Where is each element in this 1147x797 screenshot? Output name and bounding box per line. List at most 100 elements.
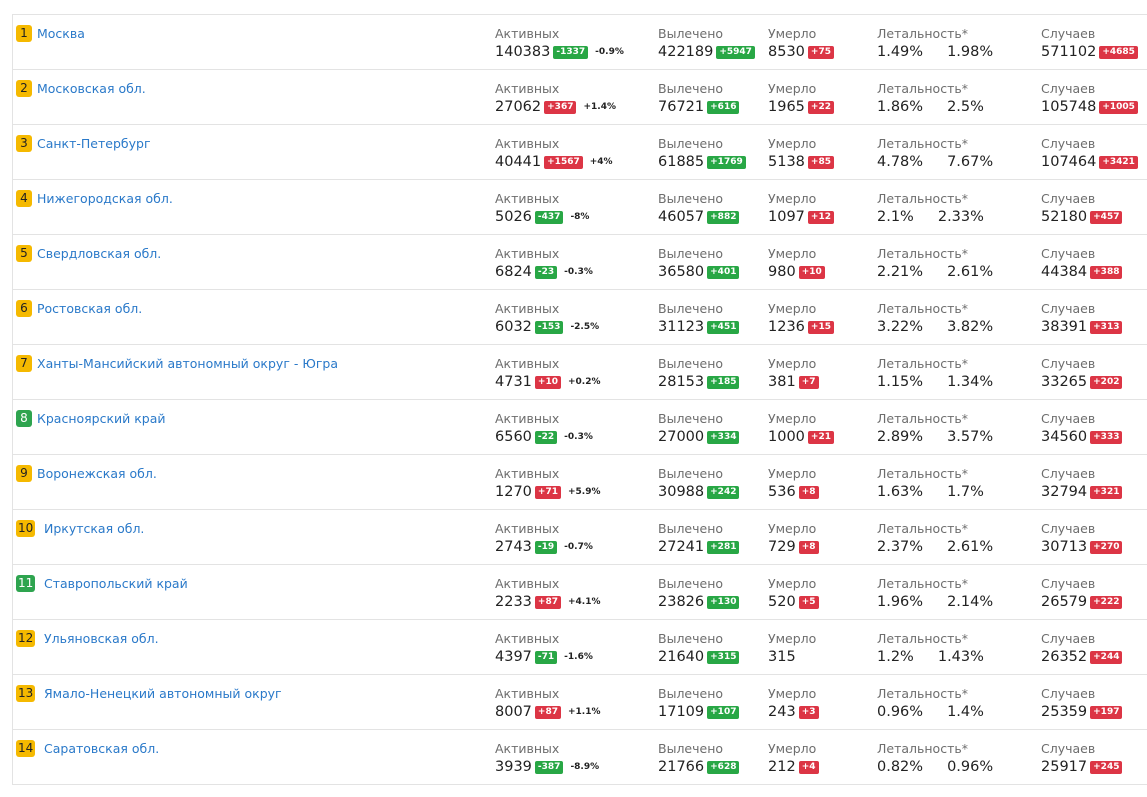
died-delta-badge: +5 (798, 595, 819, 609)
died-value: 1236 (768, 319, 805, 335)
cases-value: 34560 (1041, 429, 1088, 445)
lethality-cell: Летальность* 2.21% 2.61% (877, 246, 993, 282)
active-delta-badge: -71 (534, 650, 558, 664)
recovered-delta-badge: +107 (707, 705, 740, 719)
died-delta-badge: +10 (798, 265, 825, 279)
table-row: 5 Свердловская обл. Активных 6824 -23 -0.3… (13, 235, 1147, 290)
lethality-value-1: 3.22% (877, 319, 924, 335)
active-cell: Активных 6560 -22 -0.3% (495, 411, 593, 447)
recovered-delta-badge: +5947 (716, 45, 755, 59)
cases-value: 571102 (1041, 44, 1097, 60)
recovered-delta-badge: +130 (707, 595, 740, 609)
cases-value: 107464 (1041, 154, 1097, 170)
lethality-cell: Летальность* 1.49% 1.98% (877, 26, 993, 62)
died-delta-badge: +7 (798, 375, 819, 389)
table-row: 8 Красноярский край Активных 6560 -22 -0.3… (13, 400, 1147, 455)
lethality-value-2: 7.67% (947, 154, 994, 170)
active-value: 2743 (495, 539, 532, 555)
died-label: Умерло (768, 741, 817, 756)
cases-delta-badge: +270 (1090, 540, 1123, 554)
lethality-value-1: 1.63% (877, 484, 924, 500)
died-value: 8530 (768, 44, 805, 60)
region-link[interactable]: Саратовская обл. (44, 740, 159, 757)
active-cell: Активных 2233 +87 +4.1% (495, 576, 601, 612)
cases-cell: Случаев 571102 +4685 (1041, 26, 1138, 62)
active-label: Активных (495, 356, 560, 371)
lethality-value-2: 1.4% (947, 704, 984, 720)
cases-delta-badge: +202 (1090, 375, 1123, 389)
cases-cell: Случаев 105748 +1005 (1041, 81, 1138, 117)
died-delta-badge: +8 (798, 540, 819, 554)
recovered-delta-badge: +401 (707, 265, 740, 279)
rank-badge: 14 (16, 740, 36, 757)
region-link[interactable]: Воронежская обл. (37, 465, 157, 482)
lethality-value-2: 2.61% (947, 539, 994, 555)
active-cell: Активных 4397 -71 -1.6% (495, 631, 593, 667)
died-cell: Умерло 536 +8 (768, 466, 819, 502)
recovered-delta-badge: +185 (707, 375, 740, 389)
recovered-label: Вылечено (658, 466, 724, 481)
regions-table: 1 Москва Активных 140383 -1337 -0.9% Вылеч… (12, 14, 1147, 785)
recovered-value: 61885 (658, 154, 705, 170)
cases-cell: Случаев 33265 +202 (1041, 356, 1123, 392)
region-link[interactable]: Ханты-Мансийский автономный округ - Югра (37, 355, 338, 372)
lethality-cell: Летальность* 2.89% 3.57% (877, 411, 993, 447)
died-value: 520 (768, 594, 796, 610)
active-label: Активных (495, 301, 560, 316)
lethality-value-1: 1.49% (877, 44, 924, 60)
active-cell: Активных 5026 -437 -8% (495, 191, 589, 227)
region-link[interactable]: Ульяновская обл. (44, 630, 159, 647)
recovered-cell: Вылечено 76721 +616 (658, 81, 740, 117)
lethality-value-1: 2.1% (877, 209, 914, 225)
lethality-label: Летальность* (877, 741, 968, 756)
cases-label: Случаев (1041, 521, 1096, 536)
lethality-cell: Летальность* 3.22% 3.82% (877, 301, 993, 337)
region-link[interactable]: Свердловская обл. (37, 245, 161, 262)
died-value: 980 (768, 264, 796, 280)
died-cell: Умерло 243 +3 (768, 686, 819, 722)
died-delta-badge: +8 (798, 485, 819, 499)
died-label: Умерло (768, 191, 817, 206)
active-label: Активных (495, 466, 560, 481)
region-link[interactable]: Москва (37, 25, 85, 42)
died-value: 212 (768, 759, 796, 775)
active-cell: Активных 2743 -19 -0.7% (495, 521, 593, 557)
table-row: 2 Московская обл. Активных 27062 +367 +1.4… (13, 70, 1147, 125)
rank-badge: 1 (16, 25, 32, 42)
region-link[interactable]: Иркутская обл. (44, 520, 144, 537)
lethality-cell: Летальность* 0.82% 0.96% (877, 741, 993, 777)
recovered-value: 36580 (658, 264, 705, 280)
cases-cell: Случаев 25917 +245 (1041, 741, 1123, 777)
recovered-value: 76721 (658, 99, 705, 115)
rank-badge: 12 (16, 630, 36, 647)
lethality-value-1: 1.96% (877, 594, 924, 610)
lethality-cell: Летальность* 1.15% 1.34% (877, 356, 993, 392)
died-label: Умерло (768, 576, 817, 591)
cases-label: Случаев (1041, 81, 1096, 96)
region-link[interactable]: Красноярский край (37, 410, 166, 427)
cases-value: 44384 (1041, 264, 1088, 280)
recovered-cell: Вылечено 30988 +242 (658, 466, 740, 502)
region-link[interactable]: Нижегородская обл. (37, 190, 173, 207)
cases-delta-badge: +4685 (1099, 45, 1138, 59)
died-label: Умерло (768, 81, 817, 96)
region-link[interactable]: Ставропольский край (44, 575, 188, 592)
active-value: 6032 (495, 319, 532, 335)
active-delta-badge: -19 (534, 540, 558, 554)
died-label: Умерло (768, 521, 817, 536)
region-link[interactable]: Санкт-Петербург (37, 135, 151, 152)
active-percent: +5.9% (567, 487, 601, 497)
died-value: 381 (768, 374, 796, 390)
active-percent: -8.9% (570, 762, 600, 772)
lethality-value-1: 0.82% (877, 759, 924, 775)
active-cell: Активных 6824 -23 -0.3% (495, 246, 593, 282)
region-link[interactable]: Московская обл. (37, 80, 146, 97)
lethality-cell: Летальность* 1.2% 1.43% (877, 631, 984, 667)
cases-label: Случаев (1041, 356, 1096, 371)
active-value: 140383 (495, 44, 551, 60)
died-value: 729 (768, 539, 796, 555)
region-link[interactable]: Ростовская обл. (37, 300, 142, 317)
recovered-value: 30988 (658, 484, 705, 500)
region-link[interactable]: Ямало-Ненецкий автономный округ (44, 685, 282, 702)
active-value: 6824 (495, 264, 532, 280)
